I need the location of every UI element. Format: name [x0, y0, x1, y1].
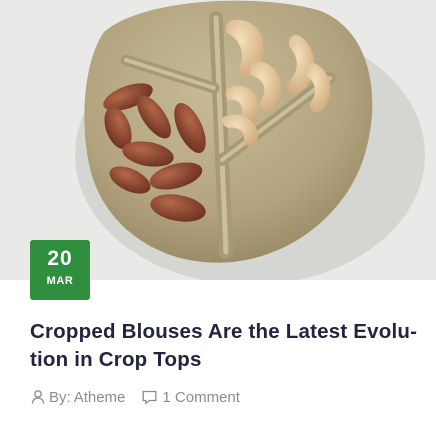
- post-thumbnail[interactable]: [0, 0, 436, 280]
- date-badge: 20 MAR: [30, 240, 90, 300]
- post-meta: By: Atheme 1 Comment: [30, 386, 240, 408]
- comments-meta[interactable]: 1 Comment: [141, 389, 240, 406]
- blog-post-card: 20 MAR Cropped Blouses Are the Latest Ev…: [0, 0, 436, 430]
- featured-image: [0, 0, 436, 280]
- date-month: MAR: [46, 275, 74, 287]
- date-day: 20: [47, 247, 73, 270]
- comment-icon: [141, 389, 158, 405]
- comments-count[interactable]: 1 Comment: [162, 389, 240, 406]
- author-link[interactable]: Atheme: [74, 389, 126, 406]
- author-meta: By: Atheme: [30, 389, 125, 406]
- user-icon: [30, 389, 46, 405]
- author-prefix: By:: [49, 388, 71, 406]
- post-title[interactable]: Cropped Blouses Are the Latest Evolu-tio…: [30, 318, 422, 374]
